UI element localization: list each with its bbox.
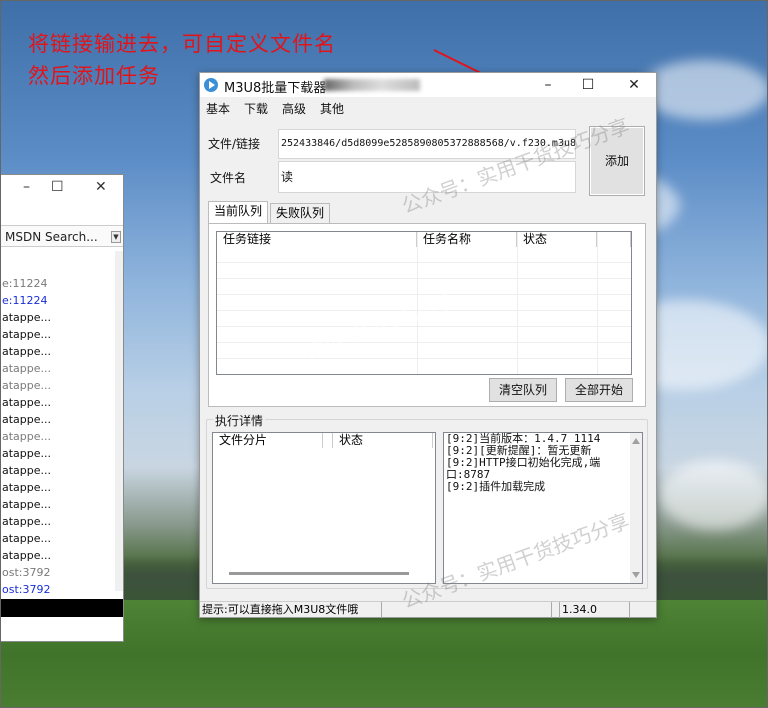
close-button[interactable]: ✕ (616, 75, 652, 95)
grid-line (517, 232, 518, 374)
queue-row[interactable] (217, 344, 631, 359)
blurred-title-info (324, 79, 420, 91)
background-minimize-button[interactable]: – (23, 179, 30, 195)
background-window[interactable]: – ☐ ✕ MSDN Search... ▼ e:11224 e:11224 ata… (0, 174, 124, 642)
minimize-button[interactable]: – (530, 75, 566, 95)
status-hint: 提示:可以直接拖入M3U8文件哦 (200, 602, 382, 618)
black-bar (1, 599, 123, 617)
log-line: [9:2]HTTP接口初始化完成,端口:8787 (446, 456, 601, 481)
background-list-item[interactable]: e:11224 (1, 292, 115, 309)
menu-other[interactable]: 其他 (320, 100, 344, 117)
queue-row[interactable] (217, 248, 631, 263)
background-list-item[interactable]: atappe... (1, 513, 115, 530)
background-list: e:11224 e:11224 atappe... atappe... atappe..… (1, 275, 115, 598)
background-list-item[interactable]: ost:3792 (1, 581, 115, 598)
background-maximize-button[interactable]: ☐ (51, 179, 64, 195)
log-line: [9:2]插件加载完成 (446, 480, 546, 493)
background-list-item[interactable]: atappe... (1, 445, 115, 462)
menu-download[interactable]: 下载 (244, 100, 268, 117)
app-play-icon (204, 78, 218, 92)
menubar: 基本 下载 高级 其他 (200, 97, 656, 117)
filename-label: 文件名 (210, 171, 247, 185)
url-label: 文件/链接 (208, 137, 261, 151)
exec-details-group: 执行详情 文件分片 状态 [9:2]当前版本：1.4.7 1114 [9:2][… (206, 412, 648, 589)
background-list-item[interactable]: atappe... (1, 479, 115, 496)
background-list-item[interactable]: atappe... (1, 411, 115, 428)
clear-queue-button[interactable]: 清空队列 (489, 378, 557, 402)
background-window-titlebar[interactable]: – ☐ ✕ (1, 175, 123, 201)
background-list-item[interactable]: atappe... (1, 309, 115, 326)
tab-current-queue[interactable]: 当前队列 (208, 201, 268, 223)
column-file-segment[interactable]: 文件分片 (213, 433, 323, 448)
log-content: [9:2]当前版本：1.4.7 1114 [9:2][更新提醒]：暂无更新 [9… (446, 433, 628, 493)
background-list-item[interactable]: atappe... (1, 343, 115, 360)
status-empty-2 (552, 602, 560, 618)
segment-list-header: 文件分片 状态 (213, 433, 433, 448)
segment-list[interactable]: 文件分片 状态 (212, 432, 436, 584)
background-list-item[interactable]: atappe... (1, 428, 115, 445)
background-list-item[interactable]: atappe... (1, 360, 115, 377)
column-status[interactable]: 状态 (517, 232, 597, 247)
background-list-item[interactable]: atappe... (1, 377, 115, 394)
queue-row[interactable] (217, 360, 631, 374)
queue-list-header: 任务链接 任务名称 状态 (217, 232, 631, 247)
column-task-link[interactable]: 任务链接 (217, 232, 417, 247)
titlebar[interactable]: M3U8批量下载器 – ☐ ✕ (200, 73, 656, 97)
background-list-item[interactable]: atappe... (1, 530, 115, 547)
background-scrollbar[interactable] (115, 251, 123, 591)
background-list-item[interactable]: atappe... (1, 394, 115, 411)
exec-details-title: 执行详情 (213, 412, 266, 429)
menu-basic[interactable]: 基本 (206, 100, 230, 117)
grid-line (597, 232, 598, 374)
background-list-item[interactable]: e:11224 (1, 275, 115, 292)
background-list-item[interactable]: ost:3792 (1, 564, 115, 581)
window-title: M3U8批量下载器 (224, 81, 327, 96)
tab-failed-queue[interactable]: 失败队列 (270, 203, 330, 223)
queue-row[interactable] (217, 264, 631, 279)
queue-row[interactable] (217, 328, 631, 343)
background-list-item[interactable]: atappe... (1, 547, 115, 564)
scroll-up-icon[interactable] (632, 438, 640, 444)
background-list-item[interactable]: atappe... (1, 326, 115, 343)
background-list-item[interactable]: atappe... (1, 496, 115, 513)
column-spacer (597, 232, 631, 247)
msdn-search-text: MSDN Search... (5, 230, 98, 244)
maximize-button[interactable]: ☐ (570, 75, 606, 95)
background-close-button[interactable]: ✕ (95, 179, 107, 195)
msdn-search-box[interactable]: MSDN Search... ▼ (1, 225, 123, 247)
background-list-item[interactable]: atappe... (1, 462, 115, 479)
column-task-name[interactable]: 任务名称 (417, 232, 517, 247)
status-version: 1.34.0 (560, 602, 630, 618)
segment-hscroll-thumb[interactable] (229, 572, 409, 575)
column-segment-status[interactable]: 状态 (333, 433, 433, 448)
menu-advanced[interactable]: 高级 (282, 100, 306, 117)
start-all-button[interactable]: 全部开始 (565, 378, 633, 402)
column-divider[interactable] (323, 433, 333, 448)
scroll-down-icon[interactable] (632, 572, 640, 578)
log-scrollbar[interactable] (630, 433, 642, 583)
search-dropdown-icon[interactable]: ▼ (111, 231, 121, 243)
